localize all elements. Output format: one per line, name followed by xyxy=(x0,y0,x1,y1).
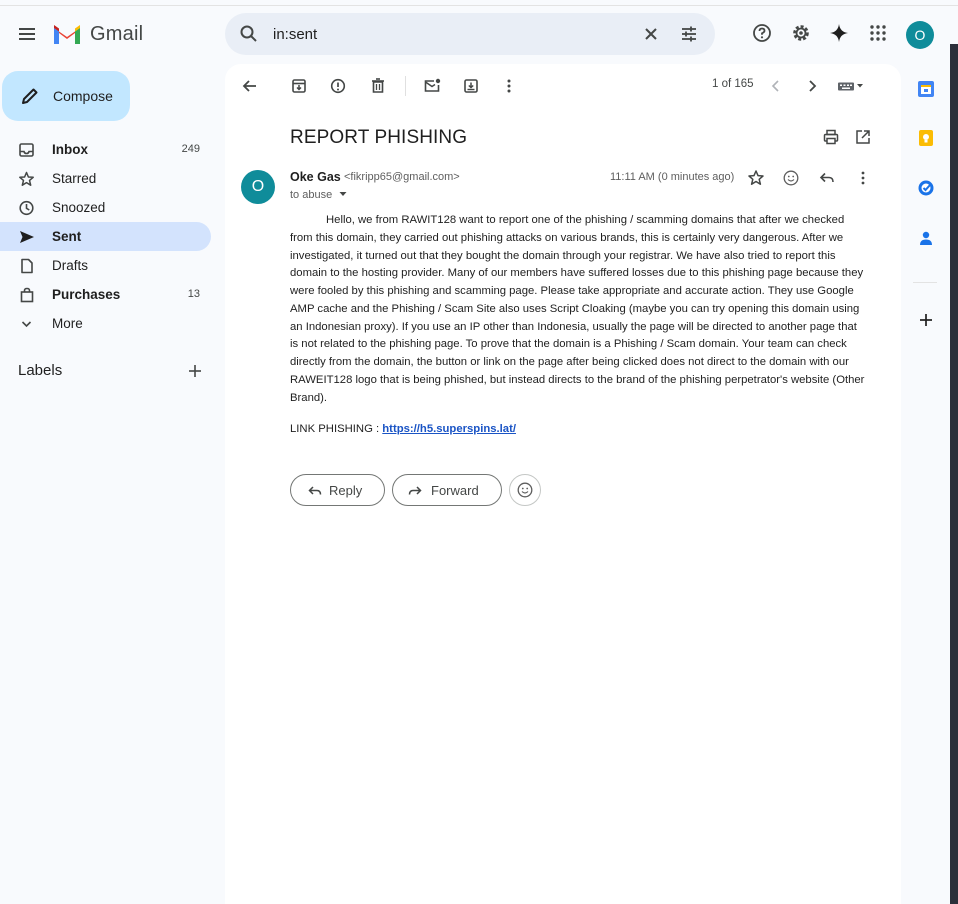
inbox-icon xyxy=(19,143,34,157)
gmail-m-icon xyxy=(54,25,80,44)
sidebar-item-sent[interactable]: Sent xyxy=(0,222,211,251)
sender-email: <fikripp65@gmail.com> xyxy=(344,171,460,183)
input-tools-keyboard-icon[interactable] xyxy=(836,77,868,95)
compose-label: Compose xyxy=(53,88,113,104)
star-icon[interactable] xyxy=(747,169,765,187)
gemini-sparkle-icon[interactable] xyxy=(829,23,849,43)
sidebar-item-inbox[interactable]: Inbox 249 xyxy=(0,135,211,164)
add-label-icon[interactable] xyxy=(186,362,204,380)
main-menu-button[interactable] xyxy=(14,22,42,46)
sender-avatar[interactable]: O xyxy=(241,170,275,204)
sidebar-item-starred[interactable]: Starred xyxy=(0,164,211,193)
compose-button[interactable]: Compose xyxy=(2,71,130,121)
gmail-logo[interactable]: Gmail xyxy=(52,22,143,46)
email-subject: REPORT PHISHING xyxy=(290,127,468,148)
header: Gmail O xyxy=(0,8,950,60)
sidebar-item-label: More xyxy=(52,316,83,331)
reply-icon xyxy=(308,486,322,495)
window-edge xyxy=(950,44,958,904)
pencil-icon xyxy=(22,88,38,104)
search-input[interactable] xyxy=(273,22,613,46)
toolbar-divider xyxy=(405,76,406,96)
sidebar-item-snoozed[interactable]: Snoozed xyxy=(0,193,211,222)
move-to-icon[interactable] xyxy=(462,77,480,95)
print-icon[interactable] xyxy=(822,128,840,146)
message-timestamp: 11:11 AM (0 minutes ago) xyxy=(610,171,735,183)
archive-icon[interactable] xyxy=(290,77,308,95)
smiley-icon xyxy=(517,482,533,498)
apps-grid-icon[interactable] xyxy=(868,23,888,43)
chevron-left-icon[interactable] xyxy=(767,77,785,95)
side-panel-divider xyxy=(913,282,937,283)
reply-label: Reply xyxy=(329,483,363,498)
help-icon[interactable] xyxy=(752,23,772,43)
phishing-link-line: LINK PHISHING : https://h5.superspins.la… xyxy=(290,423,516,435)
top-strip xyxy=(0,0,958,6)
sidebar-item-purchases[interactable]: Purchases 13 xyxy=(0,280,211,309)
unread-count: 13 xyxy=(187,288,200,300)
add-addon-icon[interactable] xyxy=(917,311,935,329)
sidebar-item-drafts[interactable]: Drafts xyxy=(0,251,211,280)
sender-name[interactable]: Oke Gas xyxy=(290,170,341,184)
settings-gear-icon[interactable] xyxy=(791,23,811,43)
recipients-dropdown[interactable]: to abuse xyxy=(290,189,348,201)
forward-button[interactable]: Forward xyxy=(392,474,502,506)
trash-icon[interactable] xyxy=(369,77,387,95)
unread-count: 249 xyxy=(181,143,200,155)
phishing-url-link[interactable]: https://h5.superspins.lat/ xyxy=(382,423,516,435)
mark-unread-icon[interactable] xyxy=(423,77,441,95)
sidebar-item-label: Purchases xyxy=(52,287,121,302)
sidebar-item-label: Drafts xyxy=(52,258,89,273)
labels-heading: Labels xyxy=(18,362,63,379)
recipients-text: to abuse xyxy=(290,189,333,201)
caret-down-icon xyxy=(339,192,347,196)
contacts-icon[interactable] xyxy=(917,229,935,247)
send-icon xyxy=(20,231,34,243)
app-name: Gmail xyxy=(90,22,144,45)
sidebar-item-label: Inbox xyxy=(52,142,88,157)
email-body: Hello, we from RAWIT128 want to report o… xyxy=(290,214,865,404)
link-label: LINK PHISHING : xyxy=(290,423,383,435)
reply-icon[interactable] xyxy=(818,169,836,187)
open-in-new-window-icon[interactable] xyxy=(854,128,872,146)
sidebar-item-label: Snoozed xyxy=(52,200,106,215)
add-reaction-icon[interactable] xyxy=(782,169,800,187)
chevron-down-icon xyxy=(21,321,32,328)
close-icon[interactable] xyxy=(641,24,661,44)
pagination-text: 1 of 165 xyxy=(712,78,754,90)
calendar-icon[interactable] xyxy=(917,80,935,98)
emoji-reaction-button[interactable] xyxy=(509,474,541,506)
star-icon xyxy=(19,171,34,186)
account-avatar[interactable]: O xyxy=(906,21,934,49)
shopping-bag-icon xyxy=(20,287,34,303)
menu-icon xyxy=(19,28,35,30)
clock-icon xyxy=(19,200,34,216)
draft-icon xyxy=(21,258,33,274)
keep-notes-icon[interactable] xyxy=(917,129,935,147)
message-view: 1 of 165 REPORT PHISHING O Oke Gas <fikr… xyxy=(225,64,901,904)
sidebar-item-label: Starred xyxy=(52,171,97,186)
forward-label: Forward xyxy=(431,483,479,498)
sidebar-item-label: Sent xyxy=(52,229,82,244)
reply-button[interactable]: Reply xyxy=(290,474,385,506)
sidebar-nav: Inbox 249 Starred Snoozed Sent Drafts Pu… xyxy=(0,135,216,338)
search-icon[interactable] xyxy=(239,24,259,44)
tasks-icon[interactable] xyxy=(917,179,935,197)
chevron-right-icon[interactable] xyxy=(803,77,821,95)
back-arrow-icon[interactable] xyxy=(241,77,259,95)
more-vert-icon[interactable] xyxy=(500,77,518,95)
search-options-icon[interactable] xyxy=(679,24,699,44)
message-toolbar: 1 of 165 xyxy=(225,64,901,108)
forward-icon xyxy=(408,486,422,495)
sidebar-item-more[interactable]: More xyxy=(0,309,211,338)
search-bar xyxy=(225,13,715,55)
more-vert-icon[interactable] xyxy=(854,169,872,187)
report-spam-icon[interactable] xyxy=(329,77,347,95)
